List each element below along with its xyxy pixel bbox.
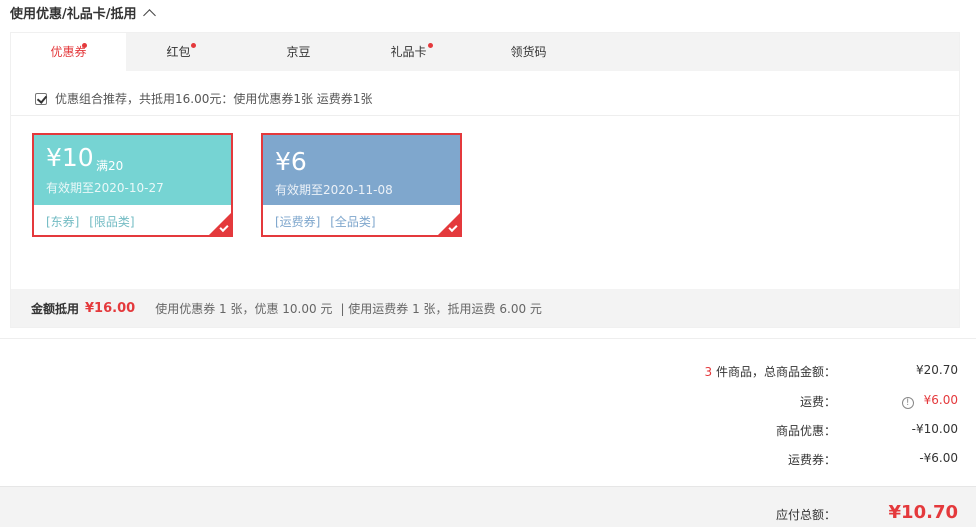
summary-label: 金额抵用: [31, 301, 80, 316]
goods-label-text: 件商品，总商品金额：: [712, 365, 836, 379]
freight-coupon-row: 运费券： -¥6.00: [0, 451, 976, 469]
freight-coupon-label: 运费券：: [787, 453, 836, 467]
coupon-expiry: 有效期至2020-11-08: [275, 183, 393, 197]
discount-amount: -¥10.00: [911, 422, 958, 436]
summary-detail-freight: | 使用运费券 1 张，抵用运费 6.00 元: [340, 301, 542, 316]
coupon-tag: [全品类]: [330, 215, 376, 229]
discount-panel: 优惠券 红包 京豆 礼品卡 领货码 优惠组合推荐，共抵用16.00元：使用优惠券…: [10, 32, 960, 328]
summary-detail-coupon: 使用优惠券 1 张，优惠 10.00 元: [155, 301, 333, 316]
section-title-text: 使用优惠/礼品卡/抵用: [10, 7, 137, 22]
discount-label: 商品优惠：: [775, 424, 836, 438]
tab-gift-card[interactable]: 礼品卡: [356, 33, 461, 71]
discount-row: 商品优惠： -¥10.00: [0, 422, 976, 440]
discount-summary: 金额抵用 ¥16.00 使用优惠券 1 张，优惠 10.00 元 | 使用运费券…: [11, 289, 959, 327]
tab-red-packets[interactable]: 红包: [126, 33, 231, 71]
goods-label: 3 件商品，总商品金额：: [705, 363, 836, 380]
tab-red-packets-label: 红包: [166, 45, 191, 59]
freight-label: 运费：: [799, 395, 836, 409]
payable-bar: 应付总额： ¥10.70: [0, 486, 976, 527]
total-goods-row: 3 件商品，总商品金额： ¥20.70: [0, 363, 976, 381]
freight-amount: ¥6.00: [923, 393, 958, 407]
freight-amount-wrap: ! ¥6.00: [901, 393, 958, 409]
section-title[interactable]: 使用优惠/礼品卡/抵用: [10, 3, 156, 22]
coupon-tags: [东券] [限品类]: [46, 213, 141, 230]
coupon-card[interactable]: ¥10 满20 有效期至2020-10-27 [东券] [限品类]: [32, 133, 233, 237]
coupon-tag: [运费券]: [275, 215, 321, 229]
tab-bar: 优惠券 红包 京豆 礼品卡 领货码: [11, 33, 959, 71]
coupon-card[interactable]: ¥6 有效期至2020-11-08 [运费券] [全品类]: [261, 133, 462, 237]
tab-jingdou[interactable]: 京豆: [246, 33, 351, 71]
goods-amount: ¥20.70: [916, 363, 958, 377]
notification-dot-icon: [191, 43, 196, 48]
freight-row: 运费： ! ¥6.00: [0, 393, 976, 411]
info-icon[interactable]: !: [901, 397, 914, 409]
coupon-tag: [限品类]: [89, 215, 135, 229]
coupon-condition: 满20: [96, 159, 124, 173]
combo-text: 优惠组合推荐，共抵用16.00元：使用优惠券1张 运费券1张: [55, 92, 373, 106]
payable-label: 应付总额：: [775, 508, 836, 522]
coupon-tag: [东券]: [46, 215, 80, 229]
chevron-up-icon[interactable]: [142, 8, 156, 22]
divider: [0, 338, 976, 339]
coupon-amount: ¥6: [275, 147, 307, 176]
freight-coupon-amount: -¥6.00: [919, 451, 958, 465]
tab-gift-card-label: 礼品卡: [390, 45, 427, 59]
combo-checkbox[interactable]: [35, 92, 47, 105]
notification-dot-icon: [428, 43, 433, 48]
summary-value: ¥16.00: [85, 300, 136, 316]
notification-dot-icon: [82, 43, 87, 48]
coupon-header: ¥6 有效期至2020-11-08: [263, 135, 460, 205]
divider: [11, 115, 959, 116]
coupon-tags: [运费券] [全品类]: [275, 213, 382, 230]
tab-redeem-code-label: 领货码: [510, 45, 547, 59]
selected-corner: [209, 213, 231, 235]
tab-coupons[interactable]: 优惠券: [11, 33, 126, 71]
tab-jingdou-label: 京豆: [286, 45, 311, 59]
tab-redeem-code[interactable]: 领货码: [476, 33, 581, 71]
combo-recommendation: 优惠组合推荐，共抵用16.00元：使用优惠券1张 运费券1张: [35, 90, 372, 107]
coupon-amount: ¥10: [46, 143, 94, 172]
payable-amount: ¥10.70: [888, 502, 958, 523]
coupon-header: ¥10 满20 有效期至2020-10-27: [34, 135, 231, 205]
tab-coupons-label: 优惠券: [50, 45, 87, 59]
coupon-expiry: 有效期至2020-10-27: [46, 181, 164, 195]
selected-corner: [438, 213, 460, 235]
